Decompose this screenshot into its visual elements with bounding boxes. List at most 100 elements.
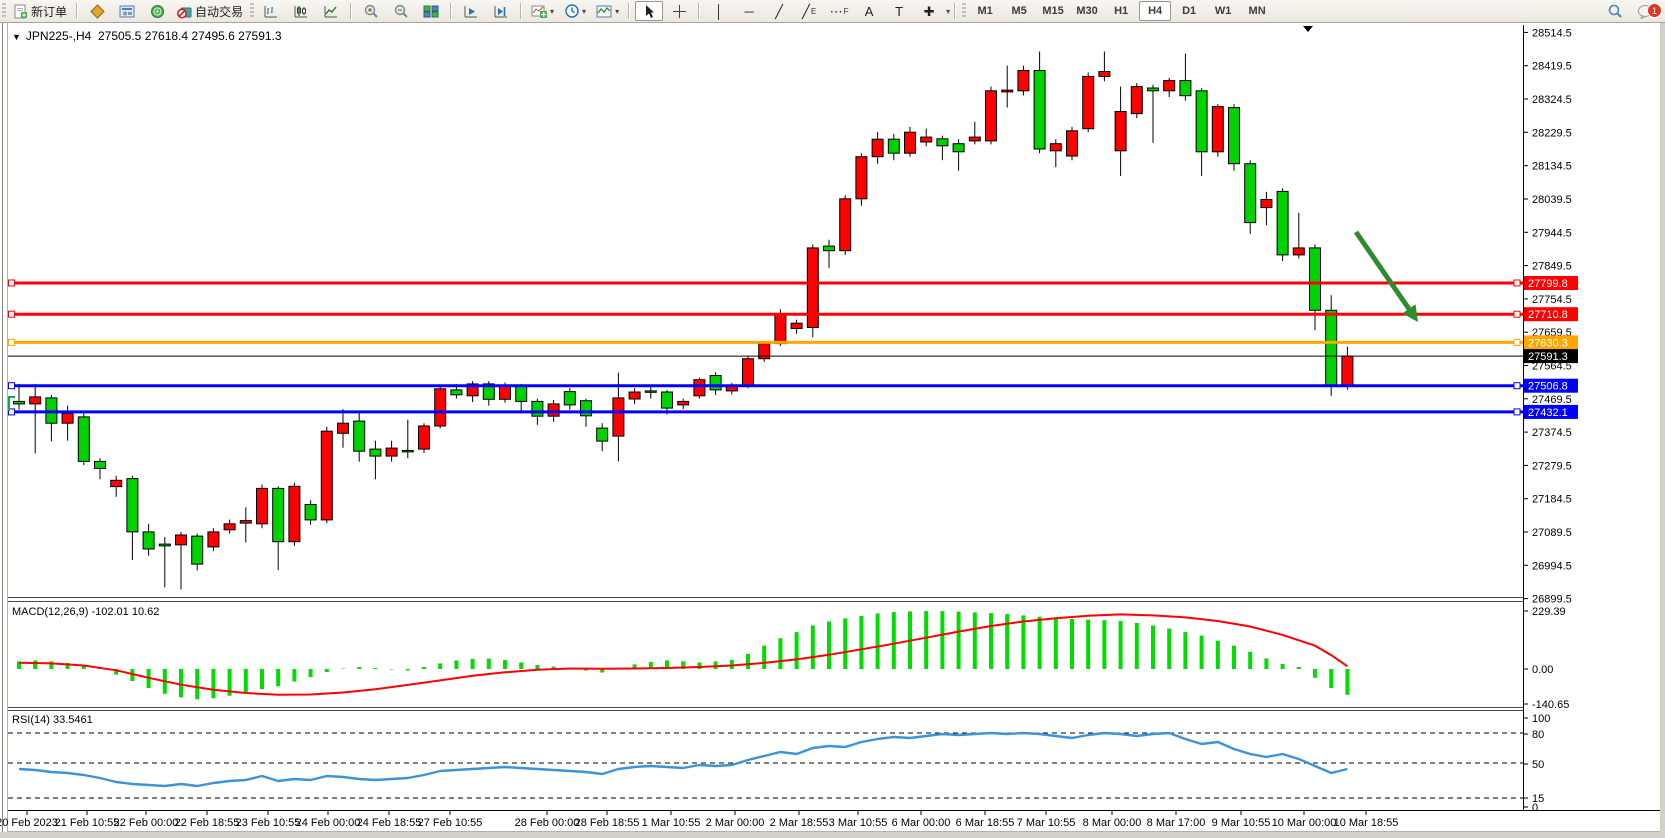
macd-histogram-bar [1005,614,1009,669]
timeframe-W1-button[interactable]: W1 [1207,1,1239,21]
cursor-button[interactable] [635,1,663,21]
timeframe-M15-button[interactable]: M15 [1037,1,1069,21]
macd-axis-label: -140.65 [1532,699,1569,711]
market-watch-button[interactable] [113,1,141,21]
chart-shift-button[interactable] [487,1,515,21]
vertical-line-tool-button[interactable]: │ [705,1,733,21]
candle [257,488,268,523]
candle [1083,76,1094,128]
line-handle[interactable] [1514,280,1520,286]
macd-histogram-bar [33,660,37,669]
macd-histogram-bar [195,669,199,699]
price-axis-label: 27944.5 [1532,227,1572,239]
timeframe-D1-button[interactable]: D1 [1173,1,1205,21]
separator [76,3,78,19]
quotes-icon [90,4,105,19]
macd-histogram-bar [1281,664,1285,669]
dropdown-caret: ▾ [582,7,586,16]
candle [645,391,656,392]
candle [597,428,608,441]
horizontal-line-tool-button[interactable]: ─ [735,1,763,21]
crosshair-button[interactable] [665,1,693,21]
navigator-button[interactable] [143,1,171,21]
line-handle[interactable] [1514,339,1520,345]
dropdown-caret: ▾ [615,7,619,16]
macd-histogram-bar [390,669,394,670]
line-handle[interactable] [9,339,15,345]
search-icon [1607,3,1623,19]
line-handle[interactable] [9,383,15,389]
macd-histogram-bar [1200,636,1204,669]
candle [921,137,932,142]
equidistant-channel-tool-button[interactable]: ╱E [795,1,823,21]
tile-windows-button[interactable] [417,1,445,21]
rsi-axis-label: 50 [1532,759,1544,771]
arrows-tool-button[interactable]: ✚ [915,1,943,21]
zoom-in-button[interactable] [357,1,385,21]
timeframe-MN-button[interactable]: MN [1241,1,1273,21]
price-axis-label: 27469.5 [1532,394,1572,406]
autotrade-button[interactable]: 自动交易 [173,1,247,21]
candle [240,521,251,524]
macd-histogram-bar [1248,652,1252,669]
chart-menu-triangle-icon[interactable]: ▼ [12,32,21,42]
macd-indicator-label: MACD(12,26,9) -102.01 10.62 [12,606,159,618]
candle [1212,107,1223,152]
macd-histogram-bar [487,659,491,669]
macd-histogram-bar [1086,620,1090,669]
candle [273,488,284,541]
timeframe-M1-button[interactable]: M1 [969,1,1001,21]
timeframe-M5-button[interactable]: M5 [1003,1,1035,21]
indicators-button[interactable]: ▾ [527,1,558,21]
toolbar-grip [2,3,6,19]
line-chart-button[interactable] [317,1,345,21]
new-order-button[interactable]: 新订单 [9,1,71,21]
line-handle[interactable] [1514,383,1520,389]
chart-canvas[interactable]: 28514.528419.528324.528229.528134.528039… [0,22,1665,838]
rsi-value: 33.5461 [53,714,93,726]
text-label-tool-button[interactable]: T [885,1,913,21]
candlestick-chart-button[interactable] [287,1,315,21]
trendline-tool-button[interactable]: ╱ [765,1,793,21]
autotrade-label: 自动交易 [195,3,243,20]
periods-button[interactable]: ▾ [560,1,590,21]
separator [698,3,700,19]
macd-histogram-bar [1102,620,1106,669]
candle [30,397,41,404]
price-axis-label: 28419.5 [1532,61,1572,73]
time-axis-label: 10 Mar 18:55 [1334,817,1399,829]
templates-button[interactable]: ▾ [592,1,623,21]
macd-histogram-bar [811,626,815,670]
candle [451,390,462,395]
search-button[interactable] [1601,1,1629,21]
macd-axis-label: 0.00 [1532,664,1553,676]
bar-chart-button[interactable] [257,1,285,21]
timeframe-H1-button[interactable]: H1 [1105,1,1137,21]
toolbar-grip [962,3,966,19]
notifications-button[interactable]: 1 [1631,1,1659,21]
macd-histogram-bar [1054,618,1058,669]
text-tool-button[interactable]: A [855,1,883,21]
autoscroll-button[interactable] [457,1,485,21]
timeframe-M30-button[interactable]: M30 [1071,1,1103,21]
fibonacci-tool-button[interactable]: ⋯F [825,1,853,21]
line-handle[interactable] [9,311,15,317]
candle [613,398,624,436]
timeframe-H4-button[interactable]: H4 [1139,1,1171,21]
line-handle[interactable] [1514,311,1520,317]
line-handle[interactable] [1514,409,1520,415]
candle [548,404,559,416]
line-handle[interactable] [9,280,15,286]
candle [678,401,689,405]
candle [127,479,138,532]
candle [338,423,349,433]
rsi-axis-label: 100 [1532,713,1550,725]
quotes-button[interactable] [83,1,111,21]
time-axis-label: 22 Feb 00:00 [114,817,179,829]
zoom-out-button[interactable] [387,1,415,21]
macd-histogram-bar [1264,658,1268,669]
chart-window: ▼JPN225-,H4 27505.5 27618.4 27495.6 2759… [0,22,1665,838]
price-axis-label: 27849.5 [1532,261,1572,273]
time-axis-label: 9 Mar 10:55 [1212,817,1271,829]
bar-chart-icon [263,4,279,19]
